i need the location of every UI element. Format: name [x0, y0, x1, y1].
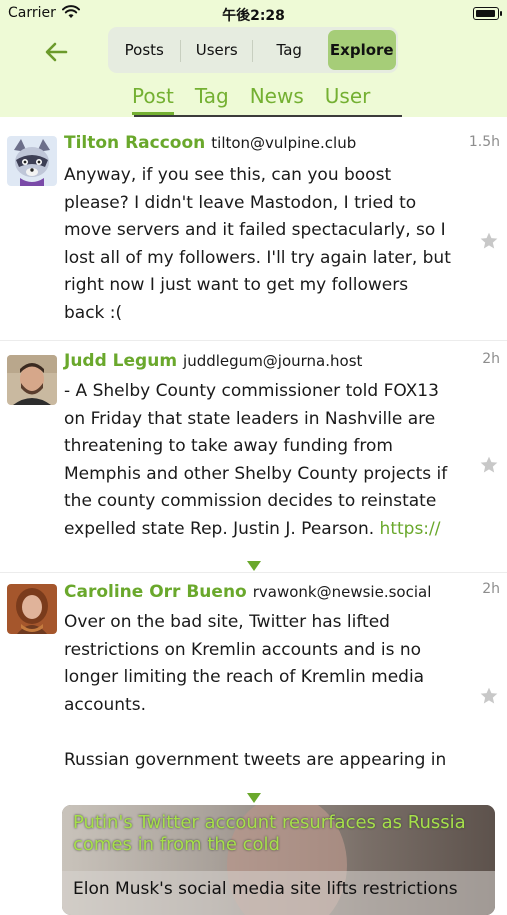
post-line: threatening to take away funding from	[64, 436, 393, 456]
post-line: right now I just want to get my follower…	[64, 275, 409, 295]
raccoon-avatar-image	[7, 136, 57, 186]
post-content: - A Shelby County commissioner told FOX1…	[64, 378, 474, 543]
post-line: restrictions on Kremlin accounts and is …	[64, 639, 421, 660]
post-content: Anyway, if you see this, can you boost p…	[64, 162, 474, 327]
subtab-tag[interactable]: Tag	[195, 84, 229, 112]
post-line	[64, 719, 474, 747]
post-line: back :(	[64, 302, 123, 323]
subtab-user[interactable]: User	[325, 84, 371, 112]
post-author[interactable]: Tilton Raccoon tilton@vulpine.club	[64, 133, 356, 153]
account-handle: juddlegum@journa.host	[183, 352, 363, 370]
post-line: move servers and it failed spectacularly…	[64, 220, 446, 240]
link-preview-card[interactable]: Putin's Twitter account resurfaces as Ru…	[62, 805, 495, 915]
post-line: longer limiting the reach of Kremlin med…	[64, 667, 425, 687]
subtab-post[interactable]: Post	[132, 84, 174, 115]
post-author[interactable]: Judd Legum juddlegum@journa.host	[64, 351, 362, 371]
mode-segmented-control: Posts Users Tag Explore	[108, 27, 398, 73]
post-time: 2h	[482, 581, 500, 597]
person-avatar-image	[7, 584, 57, 634]
post-line: expelled state Rep. Justin J. Pearson.	[64, 518, 375, 539]
battery-icon	[473, 7, 502, 20]
post-line: Over on the bad site, Twitter has lifted	[64, 612, 390, 632]
post-line-with-link: expelled state Rep. Justin J. Pearson. h…	[64, 516, 474, 544]
post-time: 2h	[482, 351, 500, 367]
post-line: Russian government tweets are appearing …	[64, 749, 447, 770]
back-arrow-icon[interactable]	[42, 38, 70, 66]
post-line: on Friday that state leaders in Nashvill…	[64, 408, 436, 429]
app-header: Carrier 午後2:28 Posts Users Tag Explore P…	[0, 0, 507, 117]
expand-arrow-icon[interactable]	[245, 792, 263, 804]
link-preview-description: Elon Musk's social media site lifts rest…	[73, 879, 458, 899]
post-divider	[0, 340, 507, 341]
post-line: lost all of my followers. I'll try again…	[64, 247, 451, 268]
post-line: the county commission decides to reinsta…	[64, 491, 437, 511]
account-handle: rvawonk@newsie.social	[252, 583, 432, 601]
subtab-news[interactable]: News	[250, 84, 304, 112]
account-handle: tilton@vulpine.club	[211, 134, 357, 152]
segment-tag[interactable]: Tag	[252, 30, 324, 70]
star-icon[interactable]	[479, 455, 499, 475]
post-content: Over on the bad site, Twitter has lifted…	[64, 609, 474, 774]
post-author[interactable]: Caroline Orr Bueno rvawonk@newsie.social	[64, 582, 431, 602]
post-line: Memphis and other Shelby County projects…	[64, 463, 448, 484]
star-icon[interactable]	[479, 231, 499, 251]
link-preview-title: Putin's Twitter account resurfaces as Ru…	[73, 812, 466, 855]
post-time: 1.5h	[468, 134, 500, 150]
status-time: 午後2:28	[222, 8, 285, 24]
avatar[interactable]	[7, 136, 57, 186]
avatar[interactable]	[7, 355, 57, 405]
post-line: accounts.	[64, 694, 146, 715]
star-icon[interactable]	[479, 686, 499, 706]
explore-subtabs: Post Tag News User	[132, 84, 391, 115]
display-name: Judd Legum	[64, 351, 178, 371]
person-avatar-image	[7, 355, 57, 405]
post-line: - A Shelby County commissioner told FOX1…	[64, 381, 439, 401]
post-line: Anyway, if you see this, can you boost	[64, 165, 392, 185]
post-link[interactable]: https://	[380, 519, 441, 539]
segment-posts[interactable]: Posts	[110, 30, 179, 70]
segment-explore[interactable]: Explore	[327, 30, 396, 70]
post-line: please? I didn't leave Mastodon, I tried…	[64, 192, 417, 213]
post-divider	[0, 572, 507, 573]
segment-users[interactable]: Users	[179, 30, 252, 70]
avatar[interactable]	[7, 584, 57, 634]
display-name: Caroline Orr Bueno	[64, 582, 247, 602]
expand-arrow-icon[interactable]	[245, 560, 263, 572]
display-name: Tilton Raccoon	[64, 133, 206, 153]
scrolled-content-edge	[134, 115, 402, 117]
